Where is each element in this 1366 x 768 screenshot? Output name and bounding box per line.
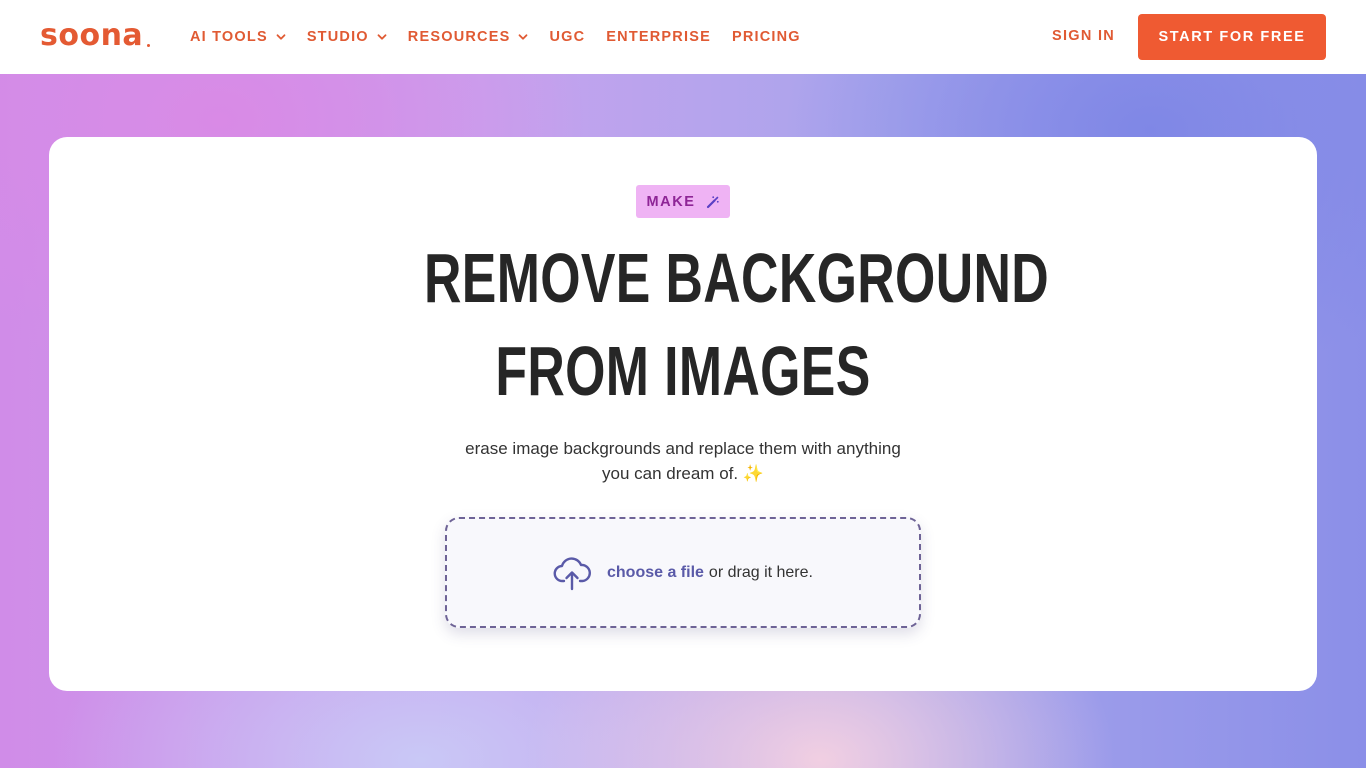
- sign-in-link[interactable]: SIGN IN: [1052, 28, 1115, 44]
- chevron-down-icon: [276, 34, 286, 40]
- nav-item-label: AI TOOLS: [190, 29, 268, 45]
- nav-item-label: ENTERPRISE: [606, 29, 711, 45]
- nav-item-enterprise[interactable]: ENTERPRISE: [606, 29, 711, 45]
- nav-item-ai-tools[interactable]: AI TOOLS: [190, 29, 286, 45]
- site-header: soona AI TOOLS STUDIO RESOURCES UGC ENTE…: [0, 0, 1366, 74]
- magic-wand-icon: [706, 195, 719, 208]
- page-title: REMOVE BACKGROUND FROM IMAGES: [424, 232, 1050, 418]
- chevron-down-icon: [377, 34, 387, 40]
- main-nav: AI TOOLS STUDIO RESOURCES UGC ENTERPRISE…: [190, 26, 822, 48]
- chevron-down-icon: [519, 34, 528, 40]
- tag-label: MAKE: [646, 193, 696, 210]
- dropzone-content: choose a file or drag it here.: [553, 554, 813, 592]
- nav-item-studio[interactable]: STUDIO: [307, 29, 387, 45]
- nav-item-label: STUDIO: [306, 29, 369, 45]
- soona-logo[interactable]: soona: [40, 20, 143, 52]
- make-tag: MAKE: [636, 185, 730, 218]
- nav-item-ugc[interactable]: UGC: [549, 29, 585, 45]
- title-line-2: FROM IMAGES: [495, 332, 871, 410]
- subtitle-line-1: erase image backgrounds and replace them…: [465, 439, 901, 458]
- cloud-upload-icon: [553, 556, 591, 590]
- hero-subtitle: erase image backgrounds and replace them…: [433, 436, 933, 486]
- file-dropzone[interactable]: choose a file or drag it here.: [445, 517, 921, 628]
- nav-item-label: PRICING: [731, 29, 801, 45]
- title-line-1: REMOVE BACKGROUND: [424, 239, 1050, 317]
- nav-item-label: UGC: [549, 29, 586, 45]
- nav-item-resources[interactable]: RESOURCES: [408, 29, 529, 45]
- choose-file-link[interactable]: choose a file: [607, 564, 704, 582]
- start-for-free-button[interactable]: START FOR FREE: [1138, 14, 1326, 60]
- drag-hint: or drag it here.: [708, 563, 813, 581]
- logo-dot: [147, 44, 150, 47]
- nav-item-pricing[interactable]: PRICING: [732, 29, 801, 45]
- nav-item-label: RESOURCES: [407, 29, 511, 45]
- subtitle-line-2: you can dream of. ✨: [602, 464, 764, 483]
